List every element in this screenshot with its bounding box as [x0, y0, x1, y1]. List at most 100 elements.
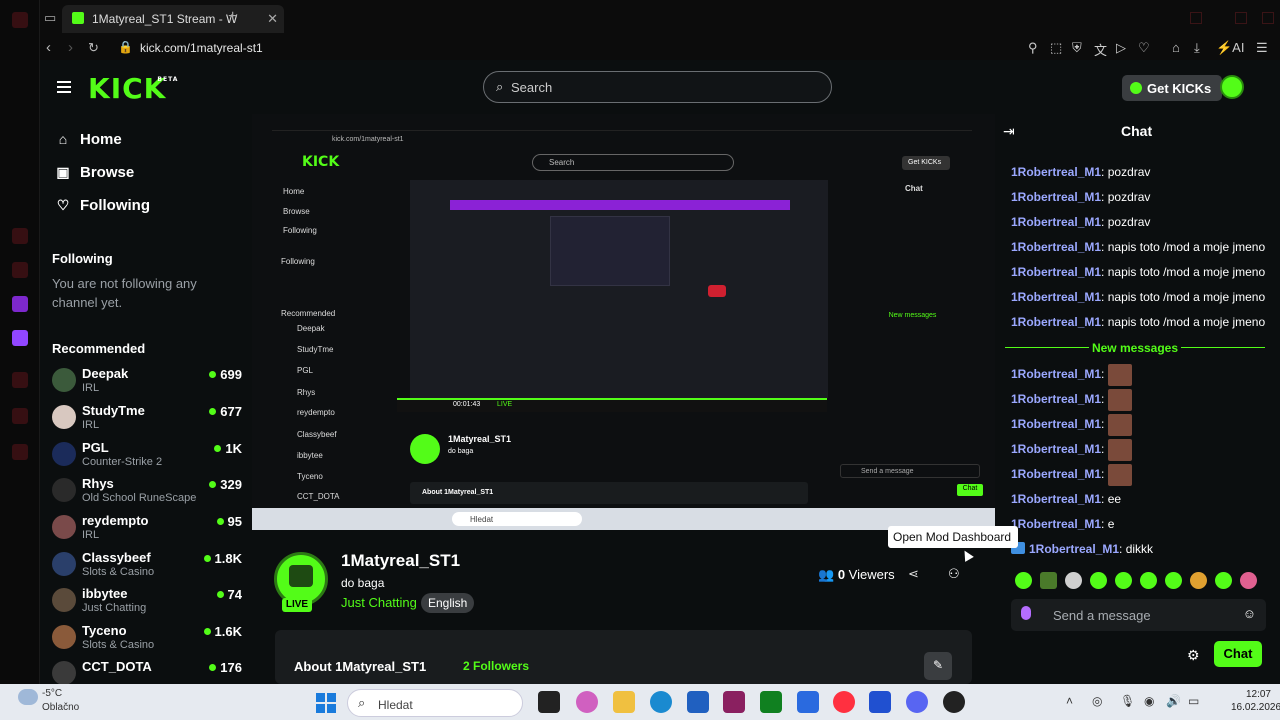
- twitch-icon[interactable]: [12, 296, 28, 312]
- back-icon[interactable]: ‹: [46, 39, 51, 56]
- emote-icon[interactable]: [1140, 572, 1157, 589]
- gear-icon[interactable]: ⚙: [1187, 647, 1200, 664]
- emoji-icon[interactable]: ☺: [1243, 606, 1256, 621]
- app-icon[interactable]: [869, 691, 891, 713]
- translate-icon[interactable]: 文: [1094, 40, 1107, 59]
- pin-icon[interactable]: ⚲: [1028, 40, 1038, 56]
- new-tab-icon[interactable]: +: [228, 8, 237, 26]
- weather-desc: Oblačno: [42, 702, 80, 713]
- nav-browse[interactable]: ▣ Browse: [54, 164, 134, 181]
- emote-icon[interactable]: [1040, 572, 1057, 589]
- maximize-icon[interactable]: [1235, 12, 1247, 24]
- app-icon[interactable]: [797, 691, 819, 713]
- live-badge: LIVE: [282, 598, 312, 612]
- sidebar-icon[interactable]: [12, 12, 28, 28]
- chat-input[interactable]: Send a message ☺: [1011, 599, 1266, 631]
- hamburger-menu-icon[interactable]: [57, 81, 71, 93]
- tray-chevron-icon[interactable]: ˄: [1066, 694, 1073, 708]
- channel-name[interactable]: 1Matyreal_ST1: [341, 551, 460, 571]
- close-tab-icon[interactable]: ✕: [267, 11, 278, 27]
- recommended-channel[interactable]: StudyTme IRL 677: [52, 403, 242, 439]
- wifi-icon[interactable]: ◉: [1144, 694, 1154, 708]
- tray-mic-icon[interactable]: 🎙: [1120, 694, 1135, 708]
- browser-sidebar: [0, 0, 40, 684]
- twitch-icon[interactable]: [12, 330, 28, 346]
- tray-app-icon[interactable]: ◎: [1092, 694, 1102, 708]
- recommended-channel[interactable]: ibbytee Just Chatting 74: [52, 586, 242, 622]
- xbox-icon[interactable]: [760, 691, 782, 713]
- sidebar-icon[interactable]: [12, 444, 28, 460]
- sidebar-icon[interactable]: [12, 408, 28, 424]
- recommended-channel[interactable]: Classybeef Slots & Casino 1.8K: [52, 550, 242, 586]
- copilot-icon[interactable]: [576, 691, 598, 713]
- emote-icon[interactable]: [1240, 572, 1257, 589]
- microphone-icon[interactable]: [1021, 606, 1031, 620]
- recommended-channel[interactable]: Deepak IRL 699: [52, 366, 242, 402]
- share-icon[interactable]: ⋖: [908, 566, 919, 582]
- language-tag[interactable]: English: [421, 593, 475, 613]
- edit-button[interactable]: ✎: [924, 652, 952, 680]
- kick-logo[interactable]: KICK BETA: [88, 72, 177, 105]
- recommended-channel[interactable]: Rhys Old School RuneScape 329: [52, 476, 242, 512]
- video-player[interactable]: kick.com/1matyreal-st1 KICK Search Get K…: [252, 114, 995, 530]
- sidebar-icon[interactable]: [12, 262, 28, 278]
- reload-icon[interactable]: ↻: [88, 40, 99, 56]
- opera-gx-icon[interactable]: [833, 691, 855, 713]
- recommended-channel[interactable]: reydempto IRL 95: [52, 513, 242, 549]
- nav-home[interactable]: ⌂ Home: [54, 131, 122, 148]
- volume-icon[interactable]: 🔊: [1166, 694, 1181, 708]
- emote-icon[interactable]: [1090, 572, 1107, 589]
- lock-icon[interactable]: 🔒: [118, 40, 133, 54]
- sidebar-icon[interactable]: [12, 372, 28, 388]
- emote-icon[interactable]: [1065, 572, 1082, 589]
- get-kicks-button[interactable]: Get KICKs: [1122, 75, 1222, 101]
- weather-icon[interactable]: [18, 689, 38, 705]
- ai-icon[interactable]: ⚡AI: [1216, 40, 1244, 56]
- menu-icon[interactable]: ☰: [1256, 40, 1268, 56]
- stream-video-frame: kick.com/1matyreal-st1 KICK Search Get K…: [252, 114, 995, 530]
- browser-tab[interactable]: 1Matyreal_ST1 Stream - W ✕: [62, 5, 284, 33]
- send-chat-button[interactable]: Chat: [1214, 641, 1262, 667]
- start-button[interactable]: [316, 693, 336, 713]
- recommended-channel[interactable]: Tyceno Slots & Casino 1.6K: [52, 623, 242, 659]
- about-title: About 1Matyreal_ST1: [294, 659, 427, 674]
- stream-category[interactable]: Just Chatting: [341, 595, 417, 610]
- recommended-channel[interactable]: CCT_DOTA 176: [52, 659, 242, 684]
- emote-icon[interactable]: [1115, 572, 1132, 589]
- mod-dashboard-icon[interactable]: ⚇: [948, 566, 960, 582]
- edge-icon[interactable]: [650, 691, 672, 713]
- collapse-chat-icon[interactable]: ⇥: [1003, 123, 1015, 140]
- wallet-icon[interactable]: ⌂: [1172, 40, 1180, 55]
- store-icon[interactable]: [687, 691, 709, 713]
- clock[interactable]: 12:07 16.02.2026: [1231, 688, 1280, 714]
- discord-icon[interactable]: [906, 691, 928, 713]
- emote-icon[interactable]: [1215, 572, 1232, 589]
- emote-icon[interactable]: [1190, 572, 1207, 589]
- close-window-icon[interactable]: [1262, 12, 1274, 24]
- task-view-icon[interactable]: [538, 691, 560, 713]
- forward-icon[interactable]: ›: [68, 39, 73, 56]
- url-field[interactable]: kick.com/1matyreal-st1: [140, 41, 263, 55]
- shield-icon[interactable]: ⛨: [1072, 40, 1082, 56]
- battery-icon[interactable]: ▭: [1188, 694, 1199, 708]
- nav-following[interactable]: ♡ Following: [54, 197, 150, 214]
- recommended-channel[interactable]: PGL Counter-Strike 2 1K: [52, 440, 242, 476]
- app-icon[interactable]: [943, 691, 965, 713]
- emote-icon[interactable]: [1015, 572, 1032, 589]
- tab-actions-icon[interactable]: ▭: [44, 10, 56, 26]
- screenshot-icon[interactable]: ⬚: [1050, 40, 1062, 56]
- following-heading: Following: [52, 251, 113, 266]
- app-icon[interactable]: [723, 691, 745, 713]
- chat-message: 1Robertreal_M1: e: [1011, 517, 1115, 531]
- sidebar-icon[interactable]: [12, 228, 28, 244]
- avatar: [52, 625, 76, 649]
- file-explorer-icon[interactable]: [613, 691, 635, 713]
- user-avatar[interactable]: [1220, 75, 1244, 99]
- search-input[interactable]: ⌕ Search: [483, 71, 832, 103]
- download-icon[interactable]: ⤓: [1194, 40, 1200, 56]
- taskbar-search[interactable]: ⌕ Hledat: [347, 689, 523, 717]
- play-icon[interactable]: ▷: [1116, 40, 1126, 56]
- heart-icon[interactable]: ♡: [1138, 40, 1150, 56]
- emote-icon[interactable]: [1165, 572, 1182, 589]
- minimize-icon[interactable]: [1190, 12, 1202, 24]
